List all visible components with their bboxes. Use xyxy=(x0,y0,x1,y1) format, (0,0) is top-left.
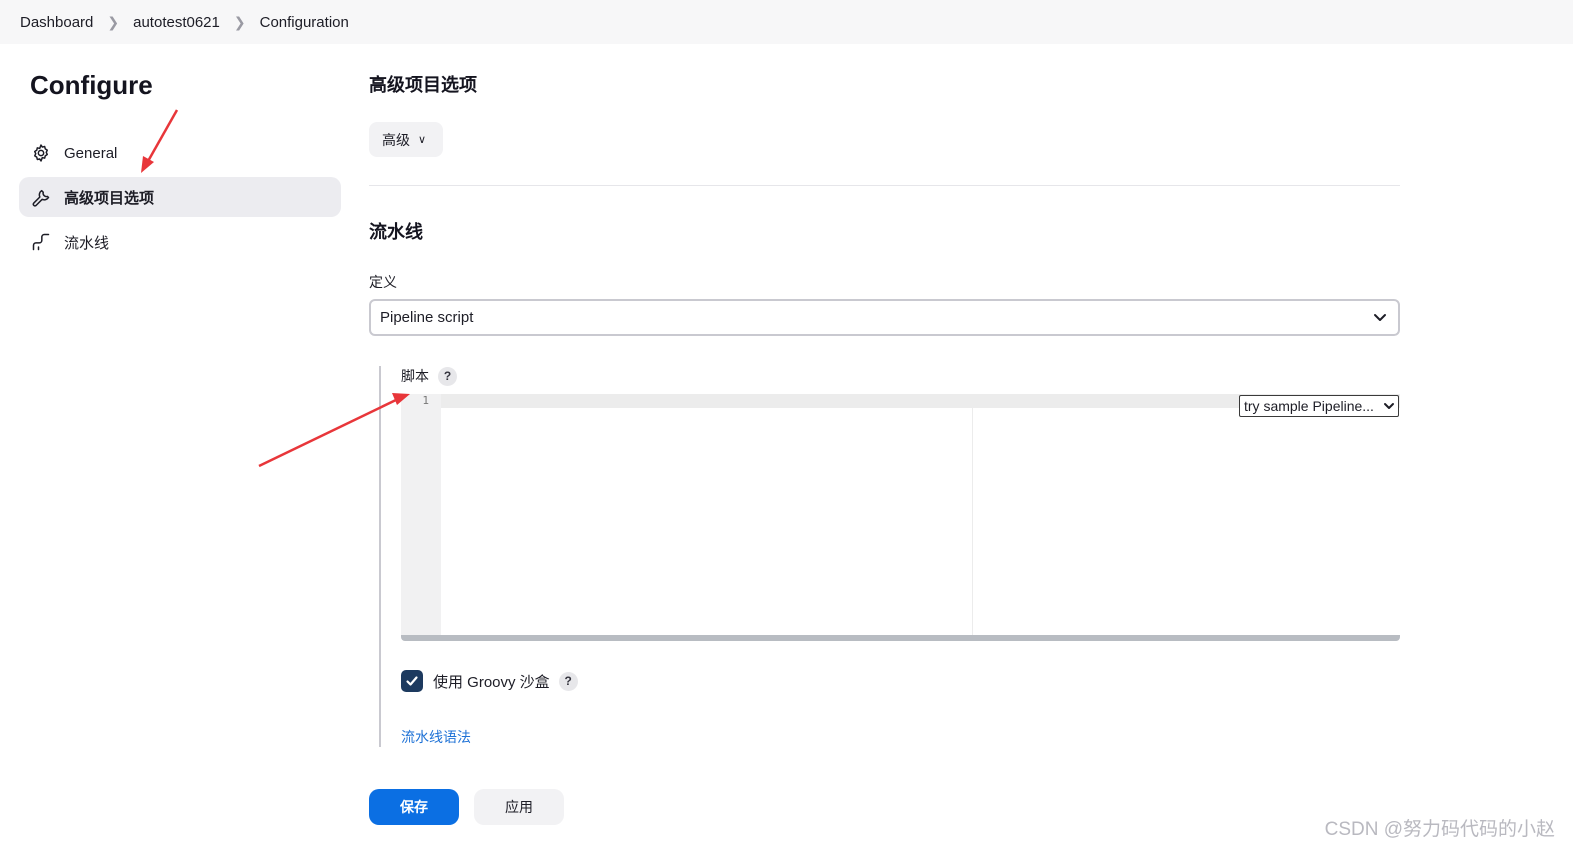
groovy-sandbox-label[interactable]: 使用 Groovy 沙盒 xyxy=(433,671,550,692)
sidebar-item-label: 高级项目选项 xyxy=(64,189,155,207)
breadcrumb-configuration[interactable]: Configuration xyxy=(260,14,349,31)
chevron-down-icon: ∨ xyxy=(418,134,427,146)
line-number: 1 xyxy=(422,394,429,407)
breadcrumb-project[interactable]: autotest0621 xyxy=(133,14,220,31)
wrench-icon xyxy=(31,187,51,207)
script-label-row: 脚本 ? xyxy=(401,366,457,386)
advanced-section-title: 高级项目选项 xyxy=(369,75,477,95)
sample-pipeline-select[interactable]: try sample Pipeline... xyxy=(1239,395,1399,417)
editor-gutter xyxy=(401,394,441,635)
pipeline-syntax-link[interactable]: 流水线语法 xyxy=(401,727,471,747)
jenkins-configure-page: Dashboard ❯ autotest0621 ❯ Configuration… xyxy=(0,0,1573,847)
sidebar-item-label: General xyxy=(64,144,118,162)
breadcrumb-chevron-icon: ❯ xyxy=(233,13,246,30)
script-label: 脚本 xyxy=(401,368,429,384)
chevron-down-icon xyxy=(1372,309,1388,325)
breadcrumb-chevron-icon: ❯ xyxy=(107,13,120,30)
groovy-sandbox-checkbox[interactable] xyxy=(401,670,423,692)
breadcrumb-dashboard[interactable]: Dashboard xyxy=(20,14,93,31)
definition-label: 定义 xyxy=(369,274,397,290)
advanced-button[interactable]: 高级 ∨ xyxy=(369,122,443,157)
sidebar-item-advanced[interactable]: 高级项目选项 xyxy=(19,177,341,217)
chevron-down-icon xyxy=(1383,400,1395,412)
definition-select-value: Pipeline script xyxy=(380,309,474,326)
advanced-button-label: 高级 xyxy=(382,131,410,148)
save-button[interactable]: 保存 xyxy=(369,789,459,825)
help-icon[interactable]: ? xyxy=(438,366,457,386)
sidebar-item-general[interactable]: General xyxy=(19,133,341,173)
breadcrumb: Dashboard ❯ autotest0621 ❯ Configuration xyxy=(0,0,1573,44)
editor-print-margin xyxy=(972,394,973,635)
sidebar-item-label: 流水线 xyxy=(64,234,110,252)
sidebar-item-pipeline[interactable]: 流水线 xyxy=(19,222,341,262)
pipeline-icon xyxy=(31,232,51,252)
pipeline-section-title: 流水线 xyxy=(369,222,423,242)
sidebar-title: Configure xyxy=(30,70,153,100)
section-divider xyxy=(369,185,1400,186)
script-editor[interactable]: 1 try sample Pipeline... xyxy=(401,394,1400,641)
watermark: CSDN @努力码代码的小赵 xyxy=(1324,819,1555,840)
nested-section-bar xyxy=(379,366,381,747)
help-icon[interactable]: ? xyxy=(558,671,578,691)
sample-pipeline-select-value: try sample Pipeline... xyxy=(1244,398,1374,414)
gear-icon xyxy=(31,143,51,163)
apply-button[interactable]: 应用 xyxy=(474,789,564,825)
definition-select[interactable]: Pipeline script xyxy=(369,299,1400,336)
annotation-arrow-icon xyxy=(258,393,410,468)
groovy-sandbox-row: 使用 Groovy 沙盒 ? xyxy=(401,670,578,692)
